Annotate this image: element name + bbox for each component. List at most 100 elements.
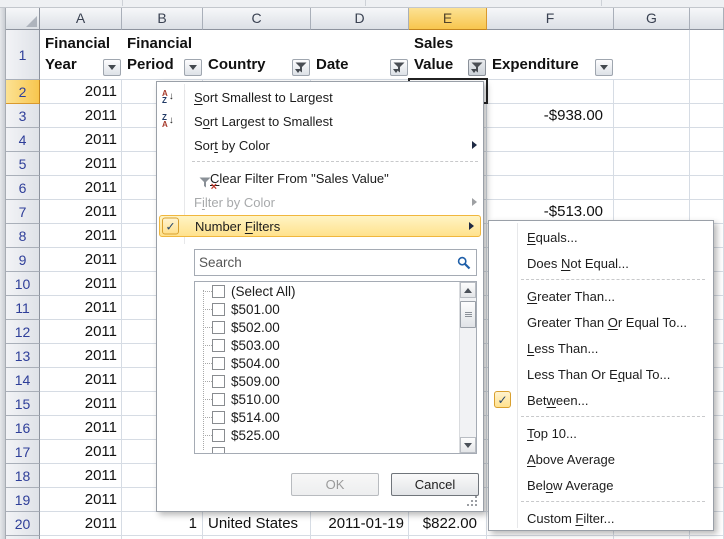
menu-item-sort-by-color[interactable]: Sort by Color: [157, 133, 483, 157]
row-header-11[interactable]: 11: [6, 296, 40, 320]
row-header-3[interactable]: 3: [6, 104, 40, 128]
column-header-B[interactable]: B: [122, 8, 203, 30]
cell-A15[interactable]: 2011: [41, 392, 122, 415]
cell-A20[interactable]: 2011: [41, 512, 122, 535]
resize-grip[interactable]: [467, 496, 479, 508]
header-cell-A[interactable]: FinancialYear: [41, 30, 122, 79]
submenu-item-above-average[interactable]: Above Average: [489, 446, 713, 472]
checkbox-unchecked-icon[interactable]: [212, 285, 225, 298]
cell-A13[interactable]: 2011: [41, 344, 122, 367]
cell-A2[interactable]: 2011: [41, 80, 122, 103]
scrollbar[interactable]: [459, 282, 476, 453]
cell-B20[interactable]: 1: [123, 512, 203, 535]
cell-A9[interactable]: 2011: [41, 248, 122, 271]
checkbox-unchecked-icon[interactable]: [212, 411, 225, 424]
filter-dropdown-button-A[interactable]: [103, 59, 121, 76]
cell-A17[interactable]: 2011: [41, 440, 122, 463]
filter-value-item[interactable]: $525.00: [195, 426, 459, 444]
row-header-10[interactable]: 10: [6, 272, 40, 296]
row-header-16[interactable]: 16: [6, 416, 40, 440]
column-header-G[interactable]: G: [614, 8, 690, 30]
filter-value-item[interactable]: $501.00: [195, 300, 459, 318]
filter-value-item[interactable]: $510.00: [195, 390, 459, 408]
submenu-item-below-average[interactable]: Below Average: [489, 472, 713, 498]
header-cell-C[interactable]: Country: [204, 30, 311, 79]
cell-C20[interactable]: United States: [204, 512, 311, 535]
submenu-item-equals[interactable]: Equals...: [489, 224, 713, 250]
scroll-down-button[interactable]: [460, 437, 476, 453]
filter-dropdown-button-B[interactable]: [184, 59, 202, 76]
row-header-18[interactable]: 18: [6, 464, 40, 488]
column-header-C[interactable]: C: [203, 8, 311, 30]
scroll-thumb[interactable]: [460, 301, 476, 328]
cell-E20[interactable]: $822.00: [410, 512, 487, 535]
select-all-corner[interactable]: [6, 8, 40, 30]
cell-A8[interactable]: 2011: [41, 224, 122, 247]
menu-item-sort-smallest-to-largest[interactable]: AZ↓Sort Smallest to Largest: [157, 85, 483, 109]
cell-A10[interactable]: 2011: [41, 272, 122, 295]
row-header-9[interactable]: 9: [6, 248, 40, 272]
checkbox-unchecked-icon[interactable]: [212, 357, 225, 370]
column-header-D[interactable]: D: [311, 8, 409, 30]
filter-value-item[interactable]: (Select All): [195, 282, 459, 300]
column-header-F[interactable]: F: [487, 8, 614, 30]
header-cell-F[interactable]: Expenditure: [488, 30, 614, 79]
row-header-4[interactable]: 4: [6, 128, 40, 152]
submenu-item-does-not-equal[interactable]: Does Not Equal...: [489, 250, 713, 276]
cell-A11[interactable]: 2011: [41, 296, 122, 319]
cell-A3[interactable]: 2011: [41, 104, 122, 127]
row-header-2[interactable]: 2: [6, 80, 40, 104]
menu-item-number-filters[interactable]: ✓Number Filters: [159, 215, 481, 237]
cell-D20[interactable]: 2011-01-19: [312, 512, 409, 535]
row-header-17[interactable]: 17: [6, 440, 40, 464]
submenu-item-top-10[interactable]: Top 10...: [489, 420, 713, 446]
cancel-button[interactable]: Cancel: [391, 473, 479, 496]
filter-applied-button-D[interactable]: [390, 59, 408, 76]
row-header-20[interactable]: 20: [6, 512, 40, 536]
checkbox-unchecked-icon[interactable]: [212, 303, 225, 316]
scroll-up-button[interactable]: [460, 282, 476, 298]
submenu-item-greater-than-or-equal-to[interactable]: Greater Than Or Equal To...: [489, 309, 713, 335]
submenu-item-greater-than[interactable]: Greater Than...: [489, 283, 713, 309]
cell-A5[interactable]: 2011: [41, 152, 122, 175]
filter-applied-button-C[interactable]: [292, 59, 310, 76]
filter-value-item[interactable]: $504.00: [195, 354, 459, 372]
column-header-partial[interactable]: [690, 8, 724, 30]
cell-F3[interactable]: -$938.00: [488, 104, 614, 127]
row-header-15[interactable]: 15: [6, 392, 40, 416]
cell-A7[interactable]: 2011: [41, 200, 122, 223]
row-header-1[interactable]: 1: [6, 30, 40, 80]
filter-value-item[interactable]: $503.00: [195, 336, 459, 354]
row-header-12[interactable]: 12: [6, 320, 40, 344]
checkbox-unchecked-icon[interactable]: [212, 447, 225, 455]
submenu-item-between[interactable]: ✓Between...: [489, 387, 713, 413]
filter-value-item-partial[interactable]: [195, 444, 459, 454]
row-header-14[interactable]: 14: [6, 368, 40, 392]
header-cell-E[interactable]: SalesValue: [410, 30, 487, 79]
filter-value-item[interactable]: $502.00: [195, 318, 459, 336]
menu-item-sort-largest-to-smallest[interactable]: ZA↓Sort Largest to Smallest: [157, 109, 483, 133]
row-header-6[interactable]: 6: [6, 176, 40, 200]
column-header-A[interactable]: A: [40, 8, 122, 30]
filter-value-item[interactable]: $509.00: [195, 372, 459, 390]
cell-A16[interactable]: 2011: [41, 416, 122, 439]
cell-A12[interactable]: 2011: [41, 320, 122, 343]
checkbox-unchecked-icon[interactable]: [212, 321, 225, 334]
filter-applied-button-E[interactable]: [468, 59, 486, 76]
search-input[interactable]: [195, 255, 457, 270]
cell-A14[interactable]: 2011: [41, 368, 122, 391]
checkbox-unchecked-icon[interactable]: [212, 339, 225, 352]
header-cell-B[interactable]: FinancialPeriod: [123, 30, 203, 79]
row-header-5[interactable]: 5: [6, 152, 40, 176]
row-header-8[interactable]: 8: [6, 224, 40, 248]
filter-value-item[interactable]: $514.00: [195, 408, 459, 426]
row-header-13[interactable]: 13: [6, 344, 40, 368]
menu-item-filter-by-color[interactable]: Filter by Color: [157, 190, 483, 214]
cell-A18[interactable]: 2011: [41, 464, 122, 487]
submenu-item-less-than-or-equal-to[interactable]: Less Than Or Equal To...: [489, 361, 713, 387]
checkbox-unchecked-icon[interactable]: [212, 375, 225, 388]
filter-dropdown-button-F[interactable]: [595, 59, 613, 76]
cell-A4[interactable]: 2011: [41, 128, 122, 151]
row-header-19[interactable]: 19: [6, 488, 40, 512]
column-header-E[interactable]: E: [409, 8, 487, 30]
